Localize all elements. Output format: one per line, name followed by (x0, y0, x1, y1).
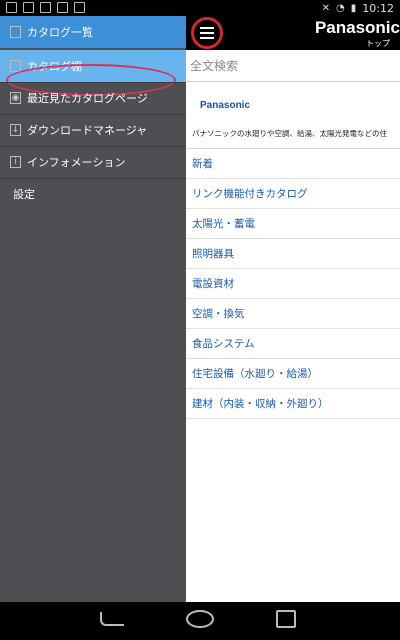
category-electrical[interactable]: 電設資材 (186, 269, 400, 299)
page-subtitle: トップ (366, 39, 390, 48)
drawer-item-download-manager[interactable]: ↓ ダウンロードマネージャ (0, 114, 186, 146)
bag-notification-icon (40, 2, 51, 13)
clock: 10:12 (362, 2, 394, 15)
system-nav-bar (0, 602, 400, 640)
drawer-item-recent-pages[interactable]: ◉ 最近見たカタログページ (0, 82, 186, 114)
category-link-catalog[interactable]: リンク機能付きカタログ (186, 179, 400, 209)
photo-notification-icon (57, 2, 68, 13)
main-content: 全文検索 Panasonic パナソニックの水廻りや空調、給湯、太陽光発電などの… (186, 50, 400, 602)
drawer-item-label: 最近見たカタログページ (27, 92, 148, 105)
download-icon: ↓ (10, 124, 21, 136)
category-building-materials[interactable]: 建材（内装・収納・外廻り） (186, 389, 400, 419)
category-housing-equipment[interactable]: 住宅設備（水廻り・給湯） (186, 359, 400, 389)
recent-apps-icon[interactable] (276, 610, 296, 628)
panasonic-logo: Panasonic (200, 100, 251, 111)
category-air-conditioning[interactable]: 空調・換気 (186, 299, 400, 329)
category-food-system[interactable]: 食品システム (186, 329, 400, 359)
app-bar: Panasonic トップ (186, 16, 400, 50)
image-notification-icon (6, 2, 17, 13)
category-new[interactable]: 新着 (186, 149, 400, 179)
eye-icon: ◉ (10, 92, 21, 104)
wifi-icon: ◔ (336, 3, 345, 14)
category-solar-storage[interactable]: 太陽光・蓄電 (186, 209, 400, 239)
photo-notification-icon (74, 2, 85, 13)
menu-button[interactable] (191, 17, 223, 49)
battery-icon: ▮ (350, 3, 357, 14)
hamburger-icon (200, 27, 214, 29)
drawer-item-information[interactable]: i インフォメーション (0, 146, 186, 178)
brand-logo: Panasonic (314, 18, 400, 37)
drawer-item-label: カタログ一覧 (27, 26, 93, 39)
catalog-list-icon (10, 26, 21, 38)
back-icon[interactable] (100, 612, 124, 626)
home-icon[interactable] (186, 610, 214, 628)
drawer-item-label: ダウンロードマネージャ (27, 124, 148, 137)
navigation-drawer: カタログ一覧 カタログ棚 ◉ 最近見たカタログページ ↓ ダウンロードマネージャ… (0, 16, 186, 602)
description-text: パナソニックの水廻りや空調、給湯、太陽光発電などの住 (192, 129, 387, 138)
info-icon: i (10, 156, 21, 168)
search-input[interactable]: 全文検索 (186, 50, 400, 82)
drawer-item-label: インフォメーション (27, 156, 126, 169)
drawer-item-catalog-list[interactable]: カタログ一覧 (0, 16, 186, 48)
status-bar: ✕ ◔ ▮ 10:12 (0, 0, 400, 16)
category-lighting[interactable]: 照明器具 (186, 239, 400, 269)
no-sim-icon: ✕ (321, 3, 331, 14)
drawer-item-label: 設定 (13, 188, 35, 201)
download-notification-icon (23, 2, 34, 13)
drawer-item-settings[interactable]: 設定 (0, 178, 186, 210)
